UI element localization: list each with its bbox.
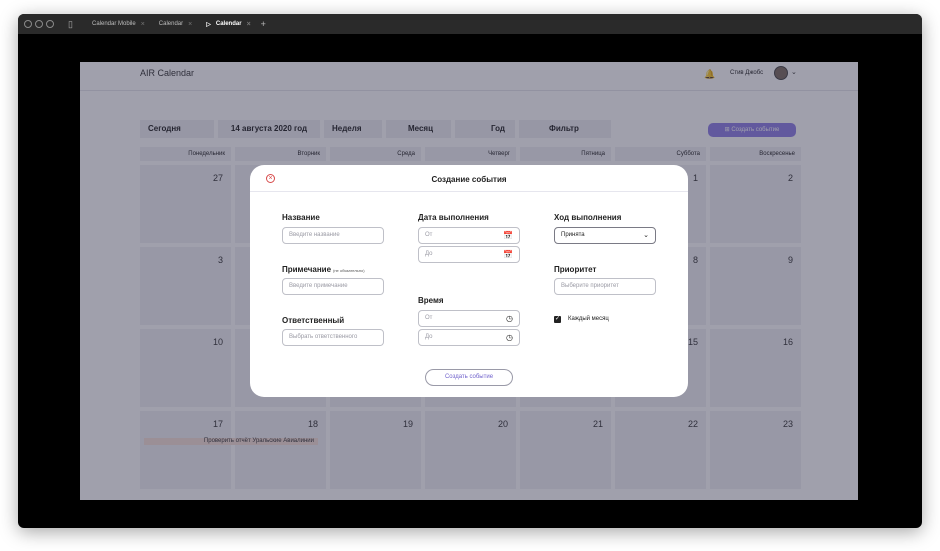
modal-title: Создание события <box>431 175 507 184</box>
submit-event-button[interactable]: Создать событие <box>425 369 513 386</box>
title-bar: ▯ Calendar Mobile × Calendar × ▷ Calenda… <box>18 14 922 34</box>
minimize-window-icon[interactable] <box>35 20 43 28</box>
note-label: Примечание (не обязательно) <box>282 265 365 274</box>
progress-value: Принята <box>561 232 585 238</box>
date-from-input[interactable]: От 📅 <box>418 227 520 244</box>
close-window-icon[interactable] <box>24 20 32 28</box>
app-canvas: AIR Calendar 🔔 Стив Джобс ⌄ Сегодня 14 а… <box>80 62 858 500</box>
close-tab-icon[interactable]: × <box>188 21 192 28</box>
note-input[interactable]: Введите примечание <box>282 278 384 295</box>
modal-divider <box>250 191 688 192</box>
calendar-icon[interactable]: 📅 <box>503 228 513 243</box>
note-label-text: Примечание <box>282 265 332 274</box>
tab-calendar-active[interactable]: ▷ Calendar × <box>206 21 250 28</box>
window-controls <box>24 20 54 28</box>
tab-label: Calendar <box>158 21 184 27</box>
tab-calendar[interactable]: Calendar × <box>159 21 192 28</box>
clock-icon[interactable]: ◷ <box>506 311 513 326</box>
time-from-input[interactable]: От ◷ <box>418 310 520 327</box>
name-label: Название <box>282 213 320 222</box>
maximize-window-icon[interactable] <box>46 20 54 28</box>
time-to-input[interactable]: До ◷ <box>418 329 520 346</box>
play-icon: ▷ <box>206 21 211 28</box>
new-tab-button[interactable]: + <box>261 19 266 29</box>
monthly-checkbox[interactable]: ✓ <box>554 316 561 323</box>
create-event-modal: × Создание события Название Введите назв… <box>250 165 688 397</box>
due-date-label: Дата выполнения <box>418 213 489 222</box>
browser-window: ▯ Calendar Mobile × Calendar × ▷ Calenda… <box>18 14 922 528</box>
close-tab-icon[interactable]: × <box>141 21 145 28</box>
time-to-placeholder: До <box>425 334 433 340</box>
tab-label: Calendar Mobile <box>92 21 136 27</box>
responsible-label: Ответственный <box>282 316 345 325</box>
name-input[interactable]: Введите название <box>282 227 384 244</box>
time-from-placeholder: От <box>425 315 433 321</box>
time-label: Время <box>418 296 444 305</box>
chevron-down-icon: ⌄ <box>643 232 649 239</box>
date-from-placeholder: От <box>425 232 433 238</box>
priority-input[interactable]: Выберите приоритет <box>554 278 656 295</box>
tab-calendar-mobile[interactable]: Calendar Mobile × <box>92 21 145 28</box>
date-to-input[interactable]: До 📅 <box>418 246 520 263</box>
priority-label: Приоритет <box>554 265 597 274</box>
progress-select[interactable]: Принята ⌄ <box>554 227 656 244</box>
progress-label: Ход выполнения <box>554 213 622 222</box>
close-tab-icon[interactable]: × <box>247 21 251 28</box>
app-logo-icon[interactable]: ▯ <box>68 19 78 29</box>
monthly-label: Каждый месяц <box>568 316 609 322</box>
tab-label: Calendar <box>215 21 242 27</box>
optional-hint: (не обязательно) <box>333 268 365 273</box>
clock-icon[interactable]: ◷ <box>506 330 513 345</box>
responsible-input[interactable]: Выбрать ответственного <box>282 329 384 346</box>
date-to-placeholder: До <box>425 251 433 257</box>
calendar-icon[interactable]: 📅 <box>503 247 513 262</box>
